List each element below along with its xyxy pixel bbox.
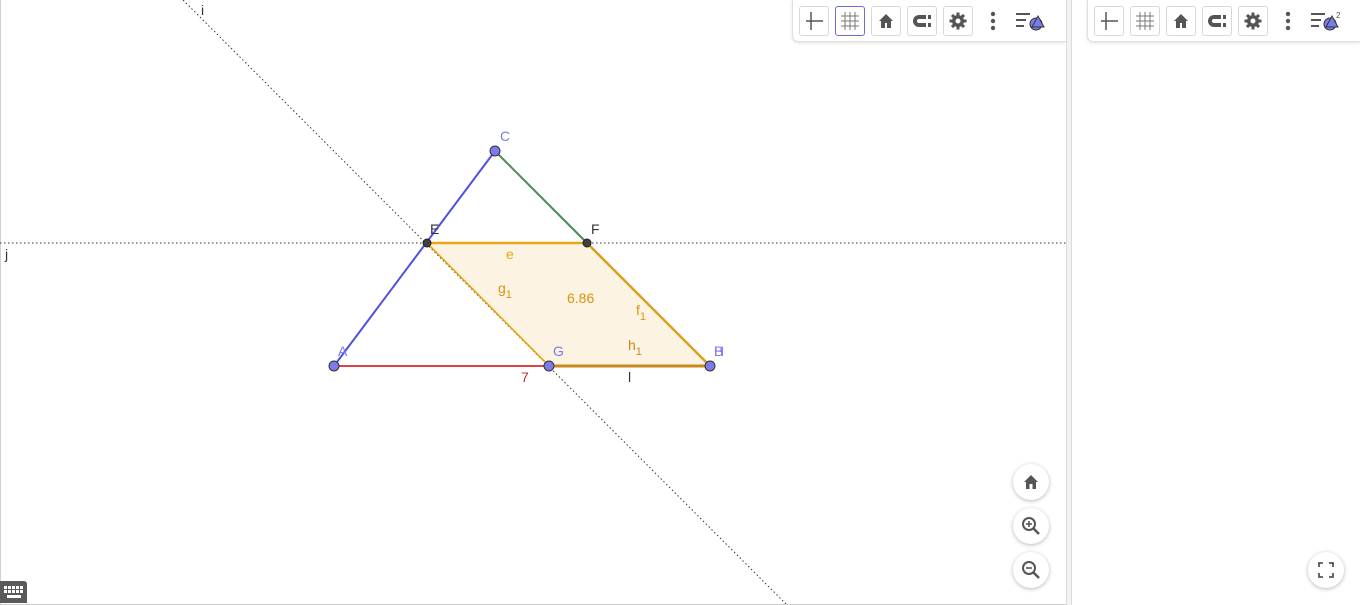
point-h[interactable] (704, 360, 716, 372)
zoom-out-icon (1022, 561, 1040, 579)
gear-icon (949, 12, 967, 29)
settings-button-2[interactable] (1238, 5, 1268, 36)
zoom-in-button[interactable] (1013, 508, 1049, 544)
label-line-j: j (4, 246, 8, 262)
view-menu-button-2[interactable]: 2 (1308, 6, 1342, 36)
label-length-ab: 7 (521, 369, 529, 385)
grid-toggle-button[interactable] (835, 5, 865, 36)
point-c[interactable] (489, 145, 501, 157)
magnet-icon (1208, 14, 1226, 27)
graphics-view-2-menu-icon: 2 (1311, 11, 1341, 30)
point-capturing-button[interactable] (907, 5, 937, 36)
label-segment-e: e (506, 246, 514, 262)
point-a[interactable] (328, 360, 340, 372)
point-g[interactable] (543, 360, 555, 372)
settings-button[interactable] (943, 5, 973, 36)
point-f[interactable] (582, 238, 592, 248)
label-h: H (714, 343, 724, 359)
grid-toggle-button-2[interactable] (1130, 5, 1160, 36)
more-menu-button-2[interactable] (1274, 6, 1302, 36)
construction-canvas[interactable]: A C G B H E F i j e g1 f1 h1 l 6.86 7 (0, 0, 1066, 605)
grid-icon (1136, 11, 1154, 30)
axes-icon (1101, 11, 1118, 30)
label-f: F (591, 221, 600, 237)
graphics-view-2[interactable] (1072, 0, 1360, 605)
axes-toggle-button-2[interactable] (1094, 5, 1124, 36)
graphics-view-menu-icon (1016, 12, 1045, 30)
point-e[interactable] (422, 238, 432, 248)
label-g: G (553, 343, 564, 359)
view-menu-button[interactable] (1013, 6, 1047, 36)
geogebra-app: A C G B H E F i j e g1 f1 h1 l 6.86 7 2 (0, 0, 1360, 605)
home-icon (1174, 13, 1188, 28)
magnet-icon (913, 14, 931, 27)
label-a: A (338, 343, 348, 359)
style-bar-view-1 (792, 0, 1066, 42)
vertical-dots-icon (1285, 11, 1291, 30)
style-bar-view-2: 2 (1087, 0, 1360, 42)
label-line-i: i (201, 2, 204, 18)
fullscreen-icon (1318, 562, 1334, 578)
point-capturing-button-2[interactable] (1202, 5, 1232, 36)
grid-icon (841, 11, 859, 30)
label-segment-l: l (628, 369, 631, 385)
zoom-in-icon (1022, 517, 1040, 535)
label-e: E (430, 221, 439, 237)
vertical-dots-icon (990, 11, 996, 30)
gear-icon (1244, 12, 1262, 29)
keyboard-icon (3, 586, 23, 598)
keyboard-toggle-button[interactable] (0, 581, 27, 603)
fullscreen-button[interactable] (1308, 552, 1344, 588)
more-menu-button[interactable] (979, 6, 1007, 36)
standard-view-button[interactable] (871, 5, 901, 36)
standard-view-button-2[interactable] (1166, 5, 1196, 36)
standard-view-round-button[interactable] (1013, 464, 1049, 500)
home-icon (879, 13, 893, 28)
zoom-out-button[interactable] (1013, 552, 1049, 588)
axes-icon (806, 11, 823, 30)
svg-text:2: 2 (1336, 11, 1341, 20)
segment-cb[interactable] (494, 150, 588, 244)
label-polygon-area: 6.86 (567, 290, 594, 306)
graphics-view-1[interactable]: A C G B H E F i j e g1 f1 h1 l 6.86 7 (0, 0, 1066, 605)
axes-toggle-button[interactable] (799, 5, 829, 36)
label-c: C (500, 128, 510, 144)
home-icon (1024, 475, 1038, 489)
